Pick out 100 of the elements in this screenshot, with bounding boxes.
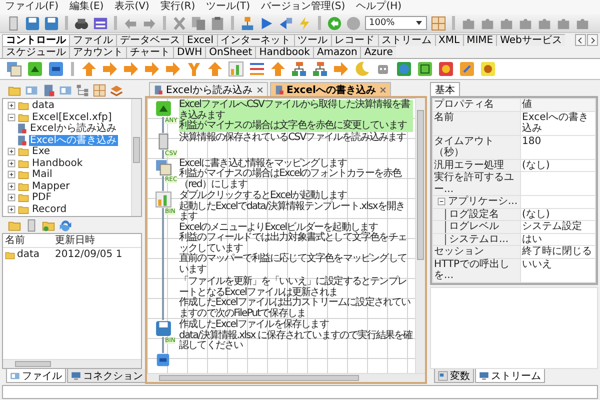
scroll-thumb[interactable] [159, 375, 359, 381]
palette-tab[interactable]: Amazon [312, 46, 360, 58]
scroll-thumb[interactable] [133, 137, 140, 163]
arrow-icon[interactable] [144, 61, 160, 77]
back-icon[interactable] [327, 16, 342, 30]
expand-icon[interactable] [7, 182, 16, 191]
calendar-icon[interactable] [93, 16, 108, 30]
palette-tab[interactable]: ツール [294, 34, 330, 46]
palette-tab[interactable]: レコード [330, 34, 378, 46]
column-header[interactable]: 名前 [3, 234, 53, 247]
copy-icon[interactable] [191, 16, 206, 30]
tree-item[interactable]: Handbook [31, 158, 84, 169]
scroll-right-button[interactable] [587, 34, 598, 46]
file-icon[interactable] [42, 84, 55, 96]
panel-tab[interactable]: ファイル [6, 369, 66, 383]
save-node-icon[interactable] [154, 320, 172, 337]
panel-tab[interactable]: 基本 [430, 82, 460, 96]
property-value[interactable]: はい [522, 234, 594, 245]
panel-tab[interactable]: 変数 [434, 369, 474, 383]
square-tile-icon[interactable] [48, 61, 64, 77]
circle-tile-icon[interactable] [480, 61, 496, 77]
scroll-left-button[interactable] [575, 34, 586, 46]
scrollbar[interactable] [131, 99, 141, 216]
grid-icon[interactable] [431, 16, 446, 30]
property-value[interactable]: (なし) [522, 160, 594, 171]
palette-tab[interactable]: コントロール [2, 34, 69, 46]
cut-icon[interactable] [172, 16, 187, 30]
panel-tab[interactable]: ストリーム [475, 369, 545, 383]
tree-item[interactable]: Exe [31, 146, 52, 158]
grid-icon[interactable] [93, 84, 106, 96]
property-value[interactable]: (なし) [522, 208, 594, 220]
property-value[interactable]: 終了時に閉じる [522, 246, 594, 258]
list-icon[interactable] [249, 61, 265, 77]
palette-tab[interactable]: データベース [116, 34, 183, 46]
menu-item[interactable]: 表示(V) [114, 1, 150, 13]
scroll-thumb[interactable] [15, 361, 51, 367]
expand-icon[interactable] [7, 158, 16, 168]
document-tab[interactable]: Excelへの書き込み [270, 82, 391, 96]
tree-item[interactable]: Mail [31, 169, 54, 180]
menu-item[interactable]: 実行(R) [160, 1, 196, 13]
flowchart-icon[interactable] [312, 61, 328, 77]
document-icon[interactable] [25, 218, 38, 232]
flow-icon[interactable] [240, 16, 255, 30]
fork-arrow-icon[interactable] [186, 61, 202, 77]
menu-item[interactable]: ファイル(F) [5, 1, 59, 13]
expand-icon[interactable] [7, 147, 16, 156]
palette-tab[interactable]: Webサービス [496, 34, 565, 46]
image-icon[interactable] [6, 61, 22, 77]
palette-tab[interactable]: Excel [183, 34, 216, 46]
menu-item[interactable]: ツール(T) [206, 1, 250, 13]
collapse-icon[interactable] [7, 112, 16, 122]
palette-tab[interactable]: OnSheet [205, 46, 256, 58]
document-tab[interactable]: Excelから読み込み [149, 82, 268, 96]
stack-icon[interactable] [110, 84, 123, 96]
end-node-icon[interactable] [156, 352, 170, 366]
close-icon[interactable] [378, 86, 387, 94]
property-value[interactable]: Excelへの書き込み [522, 112, 594, 134]
arrow-icon[interactable] [207, 61, 223, 77]
moon-icon[interactable] [354, 61, 370, 77]
column-header[interactable]: 更新日時 [53, 234, 97, 247]
tree-item[interactable]: Excelから読み込み [29, 123, 118, 134]
palette-tab[interactable]: Handbook [255, 46, 313, 58]
tree-icon[interactable] [76, 84, 89, 96]
menu-item[interactable]: ヘルプ(H) [356, 1, 402, 13]
square-tile-icon[interactable] [417, 61, 433, 77]
globe-icon[interactable] [396, 61, 412, 77]
panel-tab[interactable]: コネクション [67, 369, 147, 383]
palette-tab[interactable]: アカウント [69, 46, 126, 58]
expand-icon[interactable] [7, 193, 16, 202]
palette-tab[interactable]: ストリーム [378, 34, 434, 46]
circle-tile-icon[interactable] [438, 61, 454, 77]
tree-item[interactable]: Mapper [31, 180, 71, 192]
arrow-icon[interactable] [123, 61, 139, 77]
palette-tab[interactable]: チャート [126, 46, 173, 58]
expand-icon[interactable] [7, 101, 16, 110]
arrow-icon[interactable] [81, 61, 97, 77]
scrollbar[interactable] [3, 359, 141, 368]
menu-item[interactable]: バージョン管理(S) [261, 1, 346, 13]
refresh-icon[interactable] [59, 218, 72, 232]
zoom-dropdown[interactable]: 100% [365, 16, 427, 30]
palette-tab[interactable]: XML [434, 34, 463, 46]
property-value[interactable]: システム設定 [522, 221, 594, 232]
arrow-icon[interactable] [270, 61, 286, 77]
pen-tile-icon[interactable] [459, 61, 475, 77]
save-icon[interactable] [25, 16, 40, 30]
scrollbar[interactable] [415, 98, 425, 373]
close-icon[interactable] [256, 86, 264, 94]
triangle-tile-icon[interactable] [27, 61, 43, 77]
flowchart-icon[interactable] [291, 61, 307, 77]
expand-icon[interactable] [7, 170, 16, 180]
arrow-icon[interactable] [165, 61, 181, 77]
palette-tab[interactable]: Azure [360, 46, 396, 58]
palette-tab[interactable]: DWH [173, 46, 206, 58]
palette-tab[interactable]: ファイル [69, 34, 116, 46]
expand-icon[interactable] [7, 204, 16, 214]
card-icon[interactable] [59, 84, 72, 96]
scroll-thumb[interactable] [417, 110, 424, 260]
scrollbar[interactable] [147, 373, 425, 382]
tree-item[interactable]: Record [31, 204, 68, 215]
stop-icon[interactable] [346, 16, 361, 30]
